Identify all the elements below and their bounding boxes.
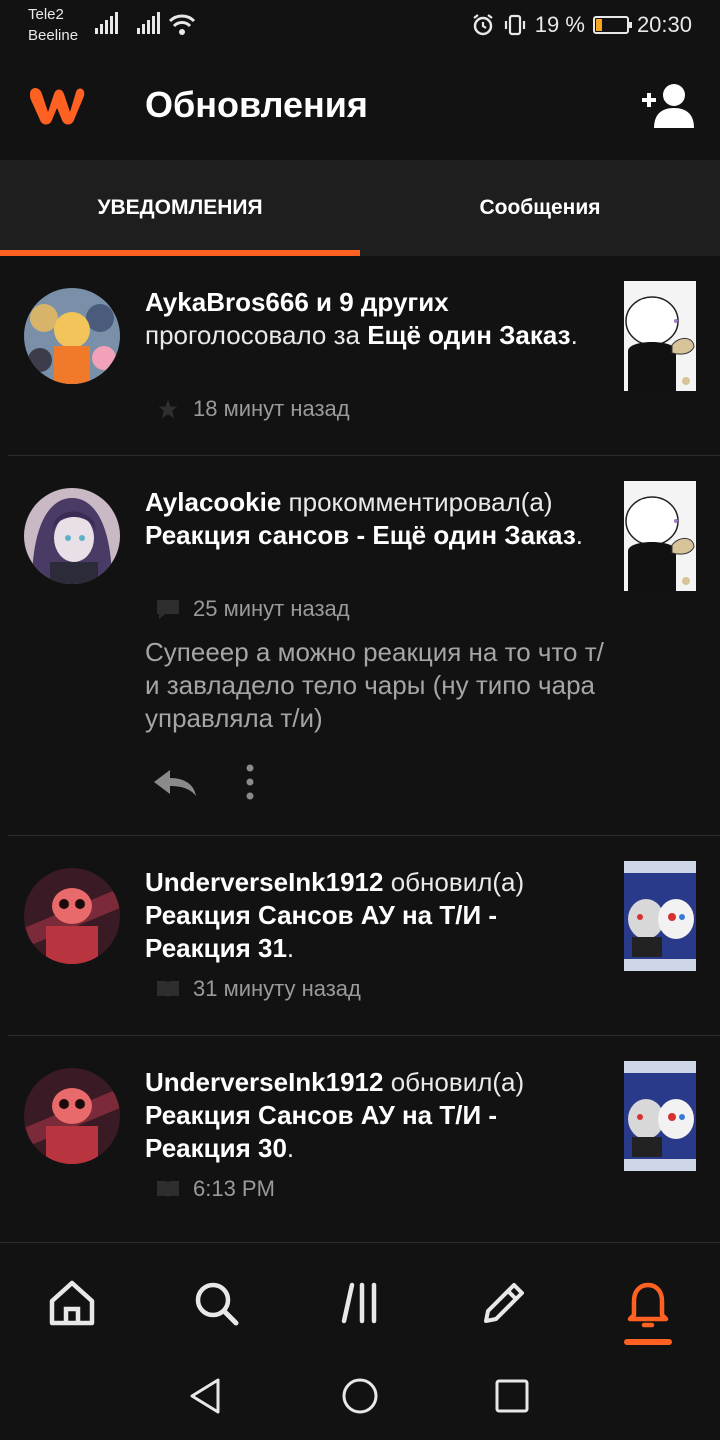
story-cover-thumbnail[interactable] xyxy=(624,281,696,391)
notification-user[interactable]: UnderverseInk1912 xyxy=(145,1067,383,1097)
notification-time: 6:13 PM xyxy=(193,1176,275,1201)
status-bar: Tele2 Beeline 19 % 20:30 xyxy=(0,0,720,52)
app-header: Обновления xyxy=(0,52,720,160)
notification-story[interactable]: Реакция Сансов АУ на Т/И - Реакция 31 xyxy=(145,900,497,963)
notification-feed[interactable]: AykaBros666 и 9 других проголосовало за … xyxy=(0,256,720,1241)
notification-item[interactable]: UnderverseInk1912 обновил(а) Реакция Сан… xyxy=(0,836,720,1036)
notification-text[interactable]: UnderverseInk1912 обновил(а) Реакция Сан… xyxy=(145,866,585,965)
notification-meta: 31 минуту назад xyxy=(155,976,361,1002)
more-options-icon[interactable] xyxy=(234,762,266,802)
notification-action: прокомментировал(а) xyxy=(281,487,553,517)
alarm-icon xyxy=(473,14,493,36)
add-user-button[interactable] xyxy=(640,82,696,130)
book-icon xyxy=(157,981,179,998)
active-nav-indicator xyxy=(624,1339,672,1345)
notification-meta: 6:13 PM xyxy=(155,1176,275,1202)
story-cover-thumbnail[interactable] xyxy=(624,1061,696,1171)
back-icon[interactable] xyxy=(184,1374,228,1418)
wifi-icon xyxy=(168,14,196,35)
star-icon xyxy=(158,399,178,419)
status-right: 19 % 20:30 xyxy=(471,10,692,40)
notification-text[interactable]: Aylacookie прокомментировал(а) Реакция с… xyxy=(145,486,585,552)
avatar[interactable] xyxy=(24,488,120,584)
comment-icon xyxy=(157,600,179,619)
tab-bar: УВЕДОМЛЕНИЯ Сообщения xyxy=(0,160,720,256)
notification-action: обновил(а) xyxy=(383,867,525,897)
notification-end: . xyxy=(286,1133,295,1163)
notification-story[interactable]: Ещё один Заказ xyxy=(367,320,570,350)
story-cover-thumbnail[interactable] xyxy=(624,861,696,971)
reply-icon[interactable] xyxy=(150,766,200,800)
signal-2-icon xyxy=(137,12,161,34)
notification-time: 25 минут назад xyxy=(193,596,350,621)
avatar[interactable] xyxy=(24,288,120,384)
notification-meta: 18 минут назад xyxy=(155,396,350,422)
tab-notifications[interactable]: УВЕДОМЛЕНИЯ xyxy=(0,160,360,256)
home-circle-icon[interactable] xyxy=(338,1374,382,1418)
tab-messages[interactable]: Сообщения xyxy=(360,160,720,256)
notification-end: . xyxy=(575,520,583,550)
recents-icon[interactable] xyxy=(490,1374,534,1418)
library-icon[interactable] xyxy=(330,1273,390,1333)
page-title: Обновления xyxy=(145,84,368,125)
carrier-2: Beeline xyxy=(28,27,79,44)
notification-action: обновил(а) xyxy=(383,1067,525,1097)
battery-icon xyxy=(592,16,632,34)
clock: 20:30 xyxy=(636,12,692,37)
story-cover-thumbnail[interactable] xyxy=(624,481,696,591)
bottom-navigation xyxy=(0,1242,720,1352)
carrier-1: Tele2 xyxy=(28,6,64,23)
comment-text: Супееер а можно реакция на то что т/и за… xyxy=(145,637,604,733)
notification-item[interactable]: AykaBros666 и 9 других проголосовало за … xyxy=(0,256,720,456)
system-navigation xyxy=(0,1352,720,1440)
notification-text[interactable]: UnderverseInk1912 обновил(а) Реакция Сан… xyxy=(145,1066,585,1165)
notification-user[interactable]: Aylacookie xyxy=(145,487,281,517)
notification-end: . xyxy=(286,933,295,963)
wattpad-logo-icon[interactable] xyxy=(24,80,88,128)
book-icon xyxy=(157,1181,179,1198)
notification-time: 18 минут назад xyxy=(193,396,350,421)
notification-user[interactable]: AykaBros666 и 9 других xyxy=(145,287,449,317)
avatar[interactable] xyxy=(24,1068,120,1164)
notification-meta: 25 минут назад xyxy=(155,596,350,622)
battery-percent: 19 % xyxy=(534,12,585,37)
vibrate-icon xyxy=(504,14,525,36)
notification-text[interactable]: AykaBros666 и 9 других проголосовало за … xyxy=(145,286,585,352)
search-icon[interactable] xyxy=(186,1273,246,1333)
pencil-icon[interactable] xyxy=(474,1273,534,1333)
notification-item[interactable]: UnderverseInk1912 обновил(а) Реакция Сан… xyxy=(0,1036,720,1241)
notification-time: 31 минуту назад xyxy=(193,976,361,1001)
notification-item[interactable]: Aylacookie прокомментировал(а) Реакция с… xyxy=(0,456,720,836)
home-icon[interactable] xyxy=(42,1273,102,1333)
signal-1-icon xyxy=(95,12,119,34)
notification-action: проголосовало за xyxy=(145,320,368,350)
carrier-names: Tele2 Beeline xyxy=(28,4,78,46)
avatar[interactable] xyxy=(24,868,120,964)
notification-end: . xyxy=(570,320,578,350)
bell-icon[interactable] xyxy=(618,1273,678,1333)
notification-story[interactable]: Реакция сансов - Ещё один Заказ xyxy=(145,520,576,550)
notification-story[interactable]: Реакция Сансов АУ на Т/И - Реакция 30 xyxy=(145,1100,497,1163)
notification-user[interactable]: UnderverseInk1912 xyxy=(145,867,383,897)
